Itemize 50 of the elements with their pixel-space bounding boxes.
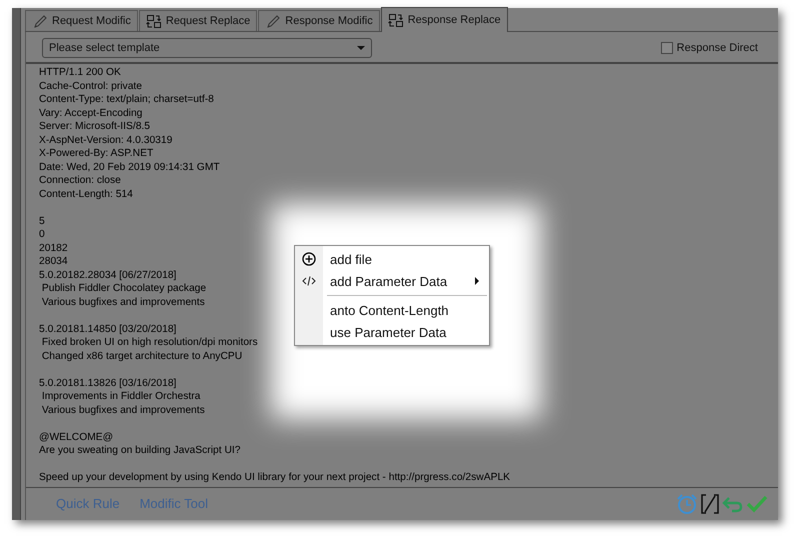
tab[interactable]: Request Modific <box>25 10 138 31</box>
checkbox[interactable] <box>660 42 673 54</box>
pencil-icon <box>265 14 282 28</box>
text-line: Content-Type: text/plain; charset=utf-8 <box>39 93 214 106</box>
text-line: @WELCOME@ <box>39 430 114 444</box>
text-line: Vary: Accept-Encoding <box>39 106 142 120</box>
tab[interactable]: Response Modific <box>258 10 380 31</box>
alarm-clock-icon <box>676 493 698 515</box>
menu-item[interactable]: add Parameter Data <box>295 270 489 292</box>
text-line: X-AspNet-Version: 4.0.30319 <box>39 134 172 147</box>
text-line: Publish Fiddler Chocolatey package <box>40 282 206 296</box>
text-line: Speed up your development by using Kendo UI library for your next project - http://prgress.co/2swAPLK <box>39 471 510 484</box>
text-line: 5.0.20181.14850 [03/20/2018] <box>39 322 176 336</box>
text-line: Content-Length: 514 <box>39 188 133 201</box>
menu-item[interactable]: add file <box>295 248 489 270</box>
text-line: HTTP/1.1 200 OK <box>39 66 121 80</box>
swap-icon <box>388 12 404 28</box>
swap-icon <box>146 14 162 28</box>
menu-item[interactable]: use Parameter Data <box>295 321 489 343</box>
checkbox-label: Response Direct <box>676 40 758 56</box>
text-line: Various bugfixes and improvements <box>40 296 205 309</box>
submenu-arrow-icon <box>475 277 479 285</box>
text-line: Cache-Control: private <box>39 80 142 93</box>
text-line: 5 <box>39 214 45 228</box>
text-line: Server: Microsoft-IIS/8.5 <box>39 120 150 134</box>
template-dropdown[interactable]: Please select template <box>42 38 372 58</box>
text-line: 5.0.20181.13826 [03/16/2018] <box>39 376 176 390</box>
undo-arrow-icon <box>722 494 744 514</box>
text-line: 20182 <box>39 242 68 255</box>
text-line: Date: Wed, 20 Feb 2019 09:14:31 GMT <box>39 160 220 174</box>
menu-item[interactable]: anto Content-Length <box>295 299 489 321</box>
response-editor[interactable] <box>26 62 778 488</box>
text-line: X-Powered-By: ASP.NET <box>39 147 154 160</box>
code-icon <box>302 275 316 287</box>
text-line: Fixed broken UI on high resolution/dpi monitors <box>40 336 258 350</box>
text-line: 5.0.20182.28034 [06/27/2018] <box>39 268 176 282</box>
tab[interactable]: Response Replace <box>380 7 508 32</box>
checkmark-icon <box>746 494 768 514</box>
pencil-icon <box>32 14 48 28</box>
text-line: Changed x86 target architecture to AnyCPU <box>40 350 242 363</box>
text-line: Connection: close <box>39 174 121 188</box>
text-line: 0 <box>39 228 45 242</box>
text-line: 28034 <box>39 255 68 268</box>
text-line: Are you sweating on building JavaScript UI? <box>39 444 240 458</box>
brackets-icon <box>700 493 720 515</box>
plus-circle-icon <box>302 252 316 266</box>
text-line: Various bugfixes and improvements <box>40 404 205 417</box>
text-line: Improvements in Fiddler Orchestra <box>40 390 200 404</box>
tab[interactable]: Request Replace <box>138 10 258 31</box>
caret-icon <box>357 46 365 50</box>
